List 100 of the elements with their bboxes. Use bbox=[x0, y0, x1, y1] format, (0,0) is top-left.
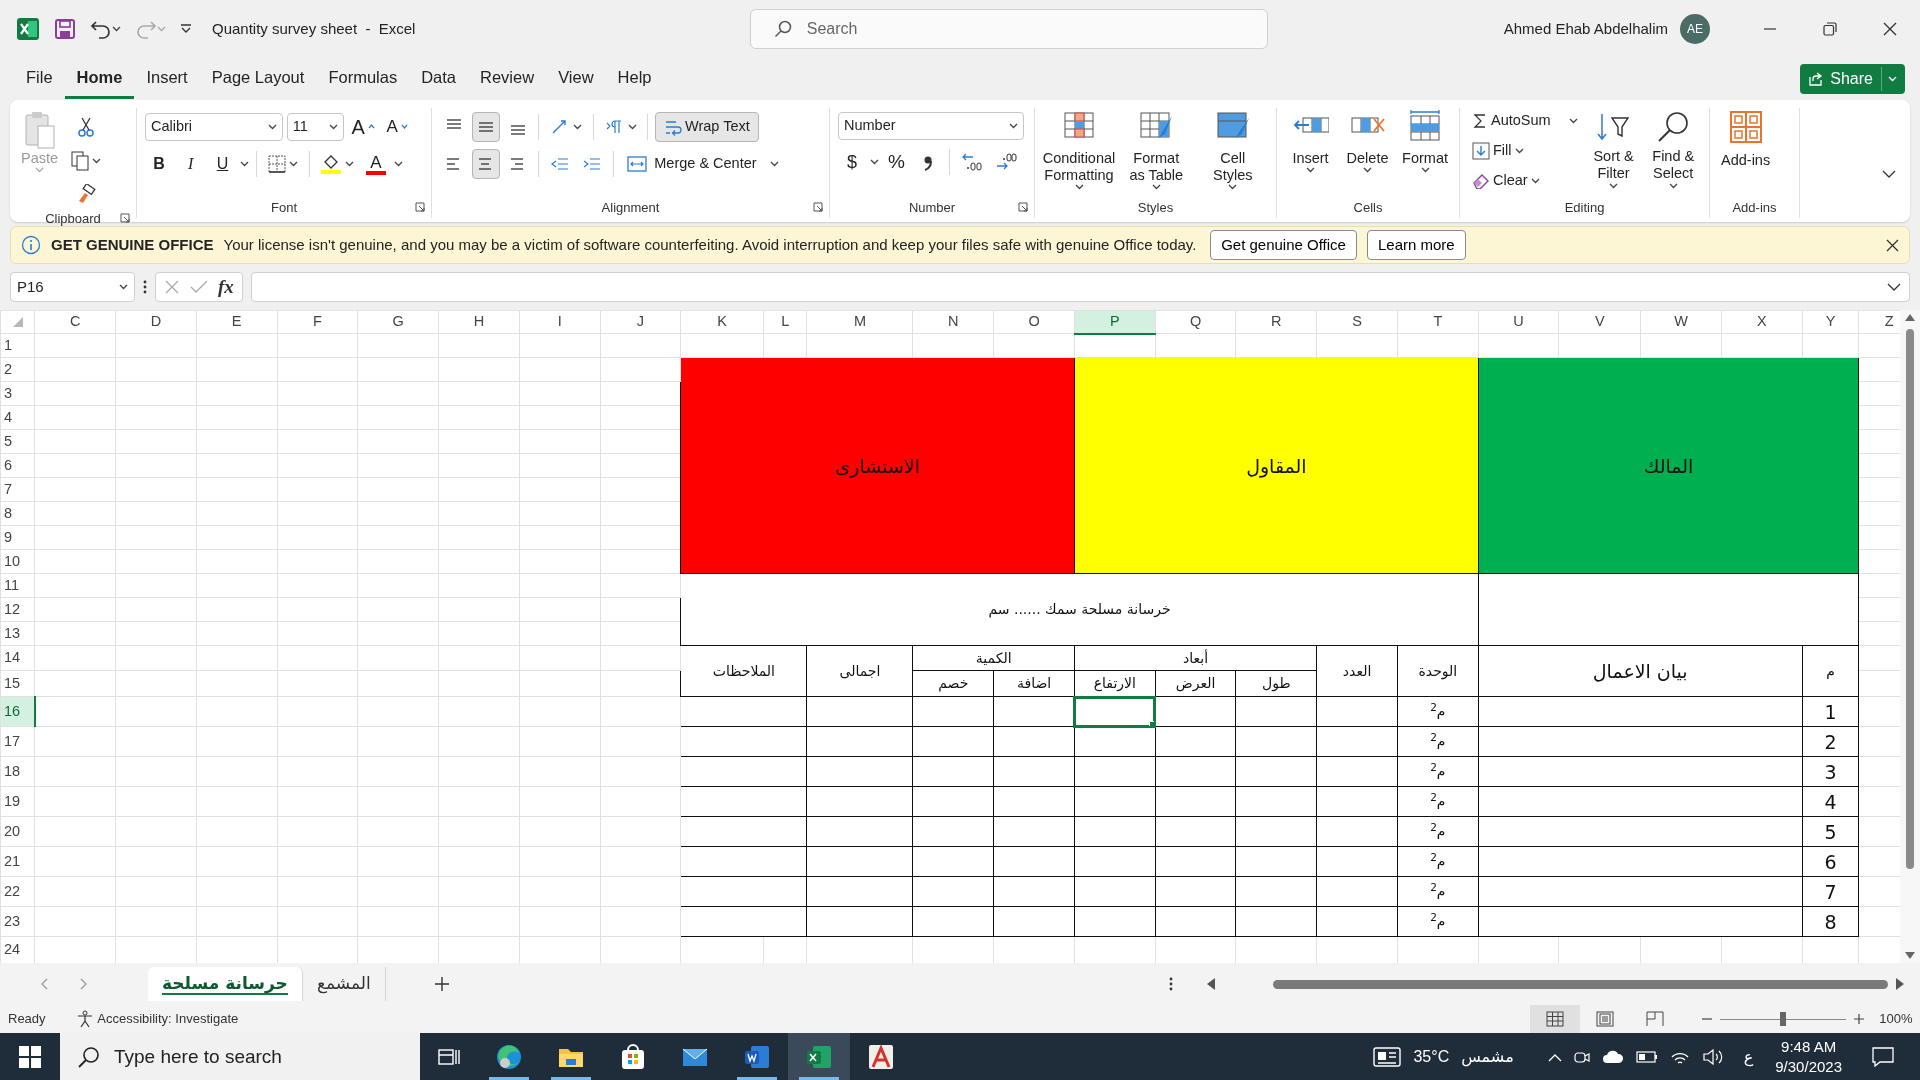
column-header[interactable]: U bbox=[1478, 310, 1559, 334]
cell-brush-button[interactable]: Cell Styles bbox=[1197, 108, 1268, 198]
fill-color-icon[interactable] bbox=[320, 153, 343, 176]
table-brush-button[interactable]: Format as Table bbox=[1121, 108, 1192, 198]
row-header[interactable]: 4 bbox=[0, 405, 35, 430]
more-options-icon[interactable] bbox=[143, 280, 147, 294]
column-header[interactable]: E bbox=[196, 310, 278, 334]
menu-tab[interactable]: View bbox=[546, 59, 606, 99]
row-header[interactable]: 16 bbox=[0, 696, 35, 727]
row-header[interactable]: 8 bbox=[0, 501, 35, 526]
notifications-icon[interactable] bbox=[1872, 1047, 1894, 1067]
customize-toolbar-icon[interactable] bbox=[180, 24, 192, 34]
collapse-ribbon-icon[interactable] bbox=[1882, 169, 1896, 179]
column-header[interactable]: T bbox=[1397, 310, 1479, 334]
column-header[interactable]: H bbox=[438, 310, 520, 334]
row-header[interactable]: 18 bbox=[0, 756, 35, 787]
taskbar-search-field[interactable]: Type here to search bbox=[60, 1033, 420, 1080]
formula-input[interactable] bbox=[250, 272, 1910, 302]
save-icon[interactable] bbox=[54, 18, 76, 40]
row-header[interactable]: 15 bbox=[0, 670, 35, 697]
zoom-in-icon[interactable] bbox=[1854, 1014, 1865, 1024]
row-header[interactable]: 6 bbox=[0, 453, 35, 478]
column-header[interactable]: S bbox=[1316, 310, 1398, 334]
insert-cells-button[interactable]: Insert bbox=[1285, 108, 1337, 198]
decrease-indent-icon[interactable] bbox=[550, 156, 570, 173]
banner-button[interactable]: Get genuine Office bbox=[1210, 230, 1357, 260]
column-header[interactable]: I bbox=[519, 310, 601, 334]
conditional-formatting-button[interactable]: Conditional Formatting bbox=[1043, 108, 1115, 198]
column-header[interactable]: Q bbox=[1155, 310, 1236, 334]
column-header[interactable]: R bbox=[1235, 310, 1317, 334]
italic-button[interactable]: I bbox=[176, 149, 205, 180]
menu-tab[interactable]: Formulas bbox=[316, 59, 410, 99]
shrink-font-button[interactable]: A bbox=[382, 111, 412, 142]
dialog-launcher-icon[interactable] bbox=[813, 202, 823, 213]
battery-icon[interactable] bbox=[1636, 1051, 1659, 1063]
previous-sheet-icon[interactable] bbox=[40, 978, 48, 990]
format-cells-button[interactable]: Format bbox=[1399, 108, 1451, 198]
restore-icon[interactable] bbox=[1823, 22, 1837, 36]
name-box[interactable]: P16 bbox=[10, 272, 135, 302]
dialog-launcher-icon[interactable] bbox=[415, 202, 425, 213]
column-header[interactable]: D bbox=[115, 310, 197, 334]
column-header[interactable]: X bbox=[1721, 310, 1803, 334]
row-header[interactable]: 23 bbox=[0, 906, 35, 937]
row-header[interactable]: 14 bbox=[0, 645, 35, 671]
increase-indent-icon[interactable] bbox=[581, 156, 602, 173]
menu-tab[interactable]: Help bbox=[605, 59, 664, 99]
paintbrush-icon[interactable] bbox=[76, 184, 97, 205]
column-header[interactable]: C bbox=[34, 310, 116, 334]
row-header[interactable]: 12 bbox=[0, 597, 35, 622]
dialog-launcher-icon[interactable] bbox=[120, 212, 130, 223]
row-header[interactable]: 7 bbox=[0, 477, 35, 502]
next-sheet-icon[interactable] bbox=[80, 978, 88, 990]
row-header[interactable]: 24 bbox=[0, 936, 35, 963]
column-header[interactable]: N bbox=[912, 310, 994, 334]
menu-tab[interactable]: Page Layout bbox=[199, 59, 317, 99]
sheet-tab[interactable]: حرسانة مسلحة bbox=[148, 967, 303, 1001]
column-header[interactable]: L bbox=[763, 310, 807, 334]
column-header[interactable]: J bbox=[600, 310, 681, 334]
menu-tab[interactable]: Review bbox=[468, 59, 547, 99]
search-field[interactable]: Search bbox=[749, 9, 1268, 49]
scroll-up-icon[interactable] bbox=[1905, 314, 1915, 321]
menu-tab[interactable]: Data bbox=[409, 59, 468, 99]
column-header[interactable]: G bbox=[357, 310, 439, 334]
find-select-button[interactable]: Find & Select bbox=[1645, 108, 1701, 198]
column-header[interactable]: W bbox=[1640, 310, 1722, 334]
column-header[interactable]: Z bbox=[1858, 310, 1900, 334]
scroll-down-icon[interactable] bbox=[1905, 952, 1915, 959]
menu-tab[interactable]: Insert bbox=[134, 59, 200, 99]
insert-function-button[interactable]: fx bbox=[218, 272, 234, 302]
wrap-text-button[interactable]: Wrap Text bbox=[655, 111, 759, 142]
add-sheet-icon[interactable] bbox=[433, 976, 450, 992]
row-header[interactable]: 2 bbox=[0, 357, 35, 382]
dialog-launcher-icon[interactable] bbox=[1018, 202, 1028, 213]
row-header[interactable]: 19 bbox=[0, 786, 35, 817]
column-header[interactable]: Y bbox=[1802, 310, 1859, 334]
scroll-left-icon[interactable] bbox=[1207, 978, 1215, 990]
undo-icon[interactable] bbox=[90, 19, 112, 39]
font-name-select[interactable]: Calibri bbox=[145, 112, 283, 141]
selected-cell[interactable] bbox=[1074, 696, 1156, 727]
font-color-button[interactable]: A bbox=[362, 149, 390, 180]
cloud-icon[interactable] bbox=[1602, 1050, 1625, 1064]
speaker-icon[interactable] bbox=[1702, 1048, 1725, 1066]
expand-icon[interactable] bbox=[1887, 282, 1901, 292]
font-size-select[interactable]: 11 bbox=[286, 112, 344, 141]
row-header[interactable]: 21 bbox=[0, 846, 35, 877]
news-icon[interactable] bbox=[1373, 1046, 1402, 1068]
row-header[interactable]: 5 bbox=[0, 429, 35, 454]
row-header[interactable]: 13 bbox=[0, 621, 35, 646]
column-header[interactable]: K bbox=[680, 310, 764, 334]
percent-button[interactable]: % bbox=[882, 147, 911, 178]
row-header[interactable]: 10 bbox=[0, 549, 35, 574]
fill-button[interactable]: Fill bbox=[1468, 138, 1582, 164]
user-avatar[interactable]: AE bbox=[1680, 14, 1710, 44]
normal-view-button[interactable] bbox=[1530, 1005, 1581, 1033]
scrollbar-thumb[interactable] bbox=[1906, 329, 1914, 869]
merge-center-button[interactable]: Merge & Center bbox=[620, 149, 786, 180]
column-header[interactable]: P bbox=[1074, 310, 1156, 334]
scissors-icon[interactable] bbox=[78, 115, 95, 138]
bold-button[interactable]: B bbox=[145, 149, 173, 180]
row-header[interactable]: 20 bbox=[0, 816, 35, 847]
